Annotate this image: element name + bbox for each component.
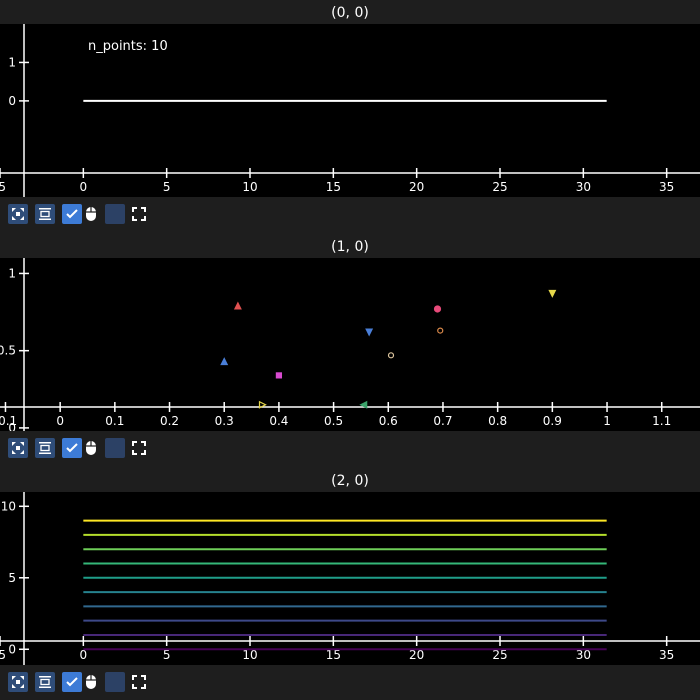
autoscale-button[interactable] — [8, 438, 28, 458]
y-tick-label: 0 — [8, 94, 16, 108]
plot-background — [0, 258, 700, 431]
y-tick-label: 5 — [8, 571, 16, 585]
fullscreen-icon — [132, 207, 146, 221]
mouse-icon — [86, 441, 96, 455]
checkbox-icon — [66, 209, 78, 219]
y-tick-label: 1 — [8, 266, 16, 280]
x-tick-label: 25 — [492, 180, 507, 194]
blank-button[interactable] — [105, 204, 125, 224]
blank-button[interactable] — [105, 438, 125, 458]
x-tick-label: 0.7 — [433, 414, 452, 428]
x-tick-label: 0 — [80, 180, 88, 194]
fullscreen-button[interactable] — [132, 438, 146, 458]
mouse-button[interactable] — [84, 204, 98, 224]
x-tick-label: 0.8 — [488, 414, 507, 428]
y-tick-label: 10 — [1, 499, 16, 513]
subplot-1: (1, 0) -0.100.10.20.30.40.50.60.70.80.91… — [0, 234, 700, 466]
mouse-button[interactable] — [84, 672, 98, 692]
x-tick-label: 0.9 — [543, 414, 562, 428]
x-tick-label: 0.6 — [379, 414, 398, 428]
subplot-0: (0, 0) -5 0 5 10 15 20 25 30 35 0 1 n_points: 10 — [0, 0, 700, 232]
x-tick-label: 35 — [659, 648, 674, 662]
center-button[interactable] — [35, 204, 55, 224]
y-tick-label: 0 — [8, 642, 16, 656]
plot-toolbar — [8, 437, 146, 459]
chart-title: (2, 0) — [331, 473, 369, 489]
mouse-icon — [86, 207, 96, 221]
x-tick-label: 0.4 — [269, 414, 288, 428]
plot-area[interactable]: -5051015202530350510 — [0, 492, 700, 665]
plot-toolbar — [8, 671, 146, 693]
checkbox-icon — [66, 443, 78, 453]
y-tick-label: 1 — [8, 55, 16, 69]
scatter-point — [433, 305, 442, 313]
x-tick-label: 0.2 — [160, 414, 179, 428]
align-center-icon — [39, 442, 51, 454]
toggle-checkbox[interactable] — [62, 438, 82, 458]
subplot-2: (2, 0) -5051015202530350510 — [0, 468, 700, 700]
x-tick-label: 0.1 — [105, 414, 124, 428]
plot-area[interactable]: -5 0 5 10 15 20 25 30 35 0 1 n_points: 10 — [0, 24, 700, 197]
center-button[interactable] — [35, 438, 55, 458]
plot-area[interactable]: -0.100.10.20.30.40.50.60.70.80.911.100.5… — [0, 258, 700, 431]
y-tick-label: 0.5 — [0, 344, 16, 358]
autoscale-button[interactable] — [8, 672, 28, 692]
toggle-checkbox[interactable] — [62, 204, 82, 224]
x-tick-label: -5 — [0, 648, 6, 662]
align-center-icon — [39, 676, 51, 688]
y-tick-label: 0 — [8, 421, 16, 431]
checkbox-icon — [66, 677, 78, 687]
fullscreen-icon — [132, 441, 146, 455]
scatter-point — [275, 372, 283, 379]
x-tick-label: 5 — [163, 180, 171, 194]
autoscale-button[interactable] — [8, 204, 28, 224]
blank-button[interactable] — [105, 672, 125, 692]
fullscreen-button[interactable] — [132, 204, 146, 224]
chart-title: (0, 0) — [331, 5, 369, 21]
mouse-icon — [86, 675, 96, 689]
x-tick-label: 0 — [56, 414, 64, 428]
toggle-checkbox[interactable] — [62, 672, 82, 692]
x-tick-label: -5 — [0, 180, 6, 194]
x-tick-label: 30 — [576, 180, 591, 194]
annotation-text: n_points: 10 — [88, 39, 168, 54]
x-tick-label: 10 — [242, 180, 257, 194]
plot-toolbar — [8, 203, 146, 225]
x-tick-label: 1 — [603, 414, 611, 428]
chart-title: (1, 0) — [331, 239, 369, 255]
x-tick-label: 1.1 — [652, 414, 671, 428]
fullscreen-button[interactable] — [132, 672, 146, 692]
x-tick-label: 35 — [659, 180, 674, 194]
expand-icon — [12, 208, 24, 220]
expand-icon — [12, 442, 24, 454]
center-button[interactable] — [35, 672, 55, 692]
x-tick-label: 0.3 — [215, 414, 234, 428]
align-center-icon — [39, 208, 51, 220]
x-tick-label: 20 — [409, 180, 424, 194]
mouse-button[interactable] — [84, 438, 98, 458]
x-tick-label: 15 — [326, 180, 341, 194]
x-tick-label: 0.5 — [324, 414, 343, 428]
fullscreen-icon — [132, 675, 146, 689]
expand-icon — [12, 676, 24, 688]
